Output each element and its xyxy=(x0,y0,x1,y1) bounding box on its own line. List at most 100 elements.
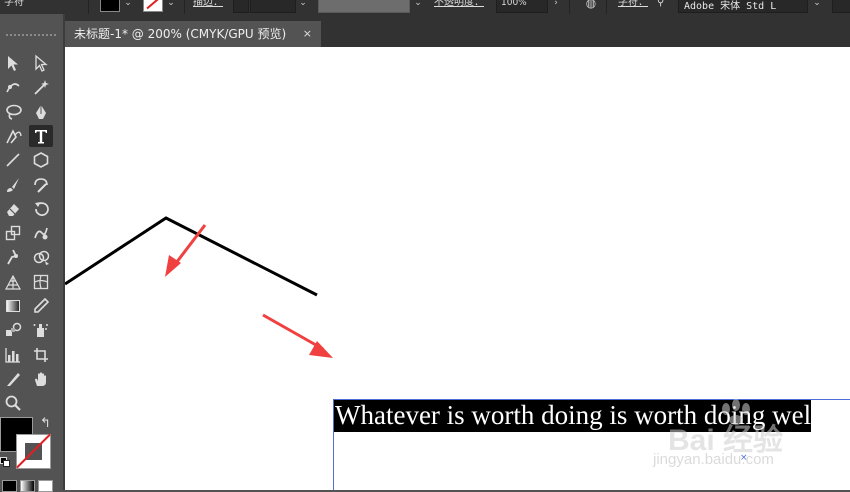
zoom-icon xyxy=(5,395,21,411)
mesh-icon xyxy=(33,274,49,289)
shaper-icon xyxy=(34,177,48,193)
eyedropper-icon xyxy=(34,297,50,313)
scale-tool[interactable] xyxy=(1,222,25,244)
paintbrush-tool[interactable] xyxy=(1,174,25,196)
arrow-annotation-1 xyxy=(165,224,207,277)
artboard-tool[interactable] xyxy=(29,344,53,366)
zoom-tool[interactable] xyxy=(1,392,25,414)
slice-icon xyxy=(7,372,20,386)
opacity-label[interactable]: 不透明度： xyxy=(434,0,484,10)
polygon-tool[interactable] xyxy=(29,149,53,171)
pen-icon xyxy=(36,104,46,119)
none-mode-button[interactable] xyxy=(38,480,53,492)
rotate-tool[interactable] xyxy=(29,198,53,220)
watermark: Bai 经验 jingyan.baidu.com xyxy=(648,399,838,479)
shape-builder-icon xyxy=(33,251,50,266)
shape-builder-tool[interactable] xyxy=(29,246,53,268)
opacity-input[interactable]: 100% xyxy=(496,0,548,13)
tab-label: 未标题-1* @ 200% (CMYK/GPU 预览) xyxy=(74,27,287,41)
blend-icon xyxy=(6,323,22,337)
tools-panel: ↰ xyxy=(0,14,65,492)
type-icon xyxy=(35,129,47,144)
magic-wand-tool[interactable] xyxy=(29,76,53,98)
open-path[interactable] xyxy=(65,216,318,297)
separator xyxy=(184,0,185,14)
font-search-icon[interactable]: ⚲ xyxy=(657,0,664,10)
shaper-tool[interactable] xyxy=(29,174,53,196)
watermark-url: jingyan.baidu.com xyxy=(653,451,774,468)
default-fill-stroke-icon[interactable] xyxy=(0,457,10,467)
font-style-select[interactable] xyxy=(832,0,850,13)
perspective-grid-icon xyxy=(4,274,22,290)
eraser-tool[interactable] xyxy=(1,198,25,220)
character-label: 字符 xyxy=(4,0,24,8)
recolor-artwork-icon[interactable]: ◍ xyxy=(584,0,598,10)
rotate-icon xyxy=(35,201,49,216)
anchor-point-tool[interactable] xyxy=(1,125,25,147)
chevron-down-icon[interactable]: ⌄ xyxy=(164,0,178,10)
tab-bar: 未标题-1* @ 200% (CMYK/GPU 预览) × xyxy=(65,14,850,47)
stroke-swatch[interactable] xyxy=(16,434,51,469)
eyedropper-tool[interactable] xyxy=(29,295,53,317)
close-icon[interactable]: × xyxy=(303,21,312,47)
chevron-down-icon[interactable]: ⌄ xyxy=(411,0,425,10)
color-mode-button[interactable] xyxy=(2,480,17,492)
blend-tool[interactable] xyxy=(1,319,25,341)
separator xyxy=(606,0,607,14)
mesh-tool[interactable] xyxy=(29,271,53,293)
symbol-sprayer-icon xyxy=(33,324,48,338)
font-family-value: Adobe 宋体 Std L xyxy=(684,1,777,12)
lasso-icon xyxy=(6,104,22,120)
line-segment-tool[interactable] xyxy=(1,149,25,171)
column-graph-icon xyxy=(5,347,20,363)
stroke-weight-input[interactable] xyxy=(250,0,296,13)
paintbrush-icon xyxy=(7,177,19,192)
direct-selection-icon xyxy=(35,54,48,72)
character-panel-label[interactable]: 字符： xyxy=(618,0,648,10)
stroke-weight-stepper[interactable] xyxy=(233,0,249,13)
puppet-warp-tool[interactable] xyxy=(1,246,25,268)
eraser-icon xyxy=(7,203,19,216)
arrow-annotation-2 xyxy=(262,313,333,358)
artboard-icon xyxy=(34,347,48,362)
curvature-icon xyxy=(6,83,20,93)
separator xyxy=(88,0,89,14)
type-tool[interactable] xyxy=(29,124,53,147)
puppet-warp-icon xyxy=(7,249,18,265)
chevron-down-icon[interactable]: ⌄ xyxy=(810,0,824,10)
line-segment-icon xyxy=(6,153,20,167)
pen-tool[interactable] xyxy=(29,101,53,123)
gradient-tool[interactable] xyxy=(1,295,25,317)
hand-tool[interactable] xyxy=(29,368,53,390)
curvature-tool[interactable] xyxy=(1,76,25,98)
symbol-sprayer-tool[interactable] xyxy=(29,319,53,341)
stroke-color-swatch[interactable] xyxy=(143,0,163,12)
chevron-right-icon[interactable]: › xyxy=(549,0,563,10)
hand-icon xyxy=(35,372,46,386)
perspective-grid-tool[interactable] xyxy=(1,271,25,293)
scale-icon xyxy=(5,225,21,241)
variable-width-profile[interactable] xyxy=(318,0,410,13)
warp-icon xyxy=(34,227,48,240)
gradient-mode-button[interactable] xyxy=(20,480,35,492)
chevron-down-icon[interactable]: ⌄ xyxy=(121,0,135,10)
gradient-icon xyxy=(6,300,20,312)
fill-color-swatch[interactable] xyxy=(100,0,120,12)
slice-tool[interactable] xyxy=(1,368,25,390)
panel-grip[interactable] xyxy=(6,34,56,36)
direct-selection-tool[interactable] xyxy=(29,52,53,74)
artboard-canvas[interactable]: Whatever is worth doing is worth doing w… xyxy=(65,47,850,490)
separator xyxy=(569,0,570,14)
stroke-label[interactable]: 描边： xyxy=(193,0,223,10)
swap-fill-stroke-icon[interactable]: ↰ xyxy=(40,416,51,431)
chevron-down-icon[interactable]: ⌄ xyxy=(296,0,310,10)
lasso-tool[interactable] xyxy=(1,101,25,123)
selection-icon xyxy=(8,56,18,71)
selection-tool[interactable] xyxy=(1,52,25,74)
anchor-point-icon xyxy=(6,129,22,144)
column-graph-tool[interactable] xyxy=(1,344,25,366)
warp-tool[interactable] xyxy=(29,222,53,244)
tab-document[interactable]: 未标题-1* @ 200% (CMYK/GPU 预览) × xyxy=(65,21,321,47)
opacity-value: 100% xyxy=(501,0,527,8)
font-family-select[interactable]: Adobe 宋体 Std L xyxy=(678,0,808,13)
